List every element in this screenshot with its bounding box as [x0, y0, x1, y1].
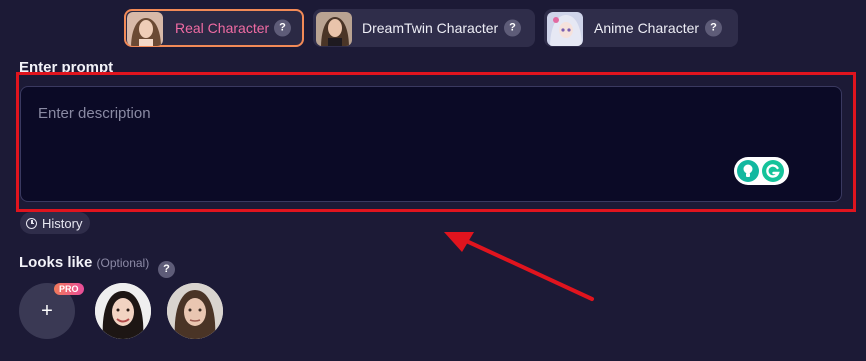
clock-icon	[26, 217, 37, 229]
tab-label: Real Character	[175, 20, 270, 36]
tab-anime-character[interactable]: Anime Character ?	[544, 9, 738, 47]
tab-real-character[interactable]: Real Character ?	[124, 9, 304, 47]
annotation-arrow	[444, 232, 594, 301]
looks-like-title: Looks like (Optional)	[19, 254, 149, 271]
pro-badge: PRO	[54, 283, 84, 295]
reference-face-option[interactable]	[95, 283, 151, 339]
help-icon[interactable]: ?	[504, 19, 521, 37]
history-label: History	[42, 215, 83, 231]
grammarly-icon[interactable]	[762, 160, 784, 182]
tab-label: Anime Character	[594, 20, 700, 36]
help-icon[interactable]: ?	[274, 19, 291, 37]
help-icon[interactable]: ?	[705, 19, 722, 37]
optional-label: (Optional)	[96, 256, 150, 270]
reference-face-option[interactable]	[167, 283, 223, 339]
dreamtwin-character-thumbnail	[316, 12, 352, 46]
help-icon[interactable]: ?	[158, 261, 175, 278]
history-button[interactable]: History	[20, 212, 91, 234]
tab-label: DreamTwin Character	[362, 20, 499, 36]
real-character-thumbnail	[127, 12, 163, 46]
writing-assistant-extension[interactable]	[734, 157, 789, 185]
anime-character-thumbnail	[547, 12, 583, 46]
tab-dreamtwin-character[interactable]: DreamTwin Character ?	[313, 9, 535, 47]
looks-like-label: Looks like	[19, 254, 93, 271]
prompt-textarea[interactable]: Enter description	[20, 86, 842, 202]
lightbulb-icon[interactable]	[737, 160, 759, 182]
prompt-placeholder: Enter description	[38, 105, 151, 122]
